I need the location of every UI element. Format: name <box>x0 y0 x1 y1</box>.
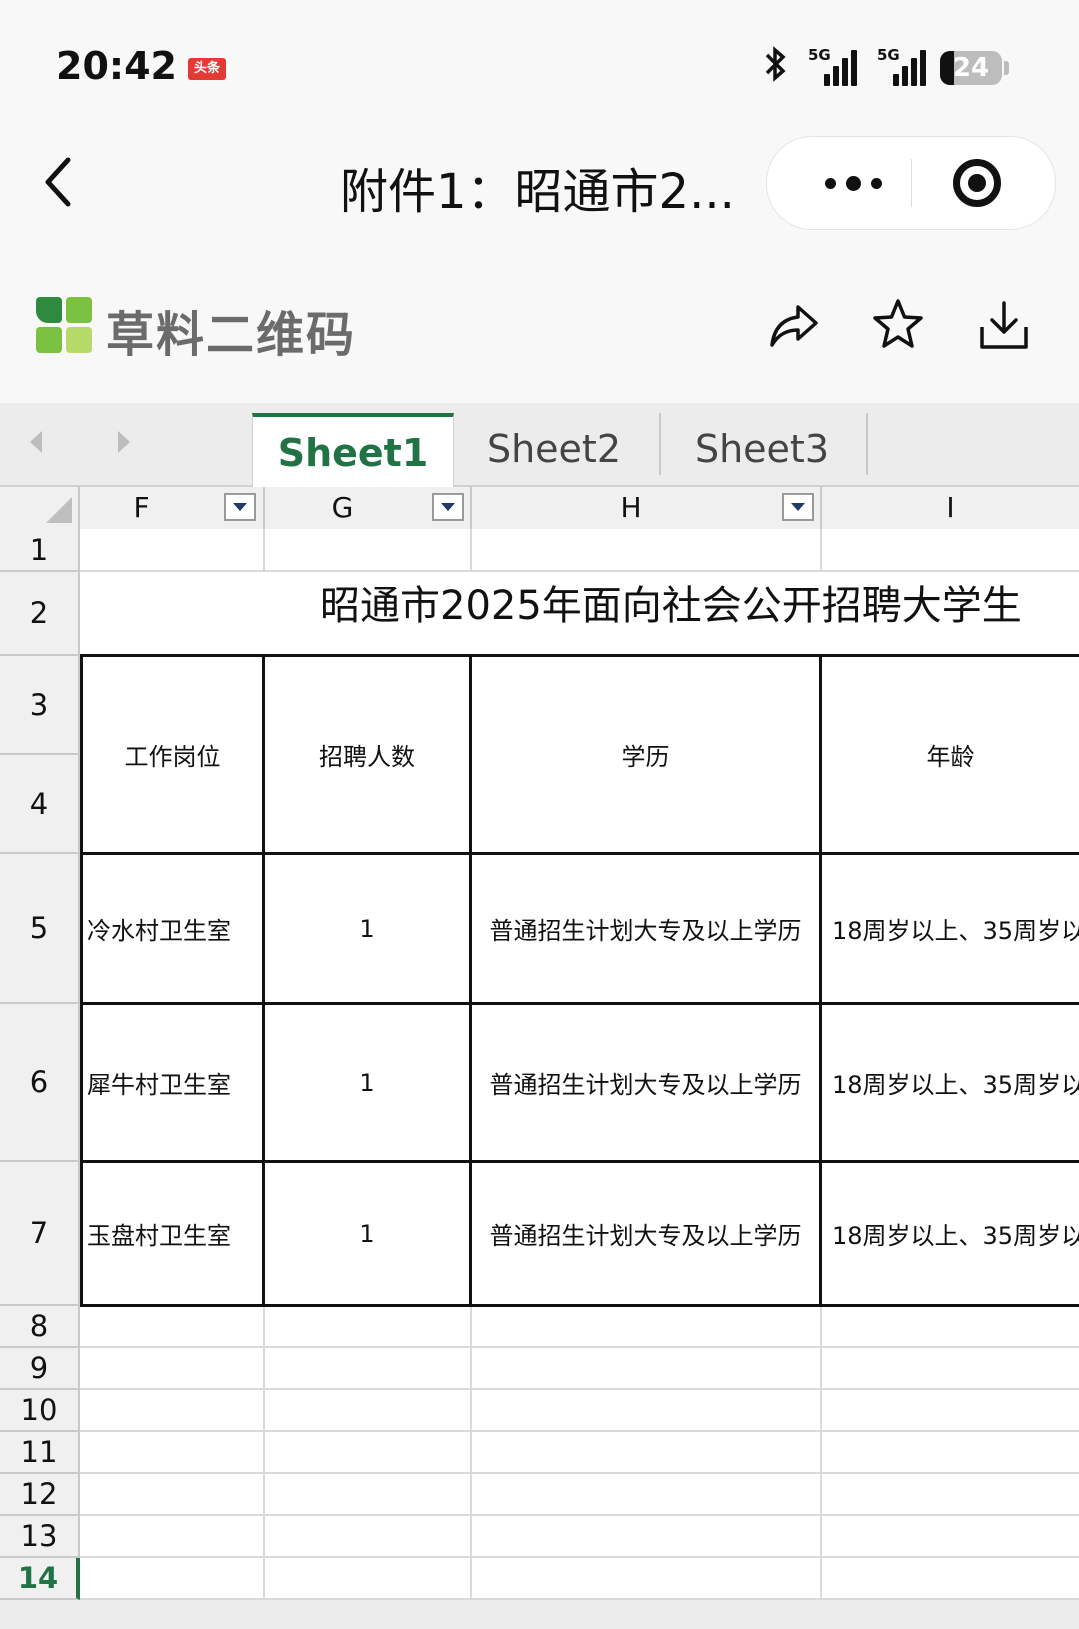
row-header[interactable]: 6 <box>0 1004 80 1162</box>
table-cell[interactable]: 1 <box>265 1163 469 1304</box>
row-header[interactable]: 2 <box>0 572 80 656</box>
table-cell[interactable]: 18周岁以上、35周岁以 <box>822 855 1079 1002</box>
header-cell-education[interactable]: 学历 <box>472 657 819 852</box>
header-cell-count[interactable]: 招聘人数 <box>265 657 469 852</box>
tab-sheet2[interactable]: Sheet2 <box>454 413 654 485</box>
tab-next-arrow-icon[interactable] <box>118 431 130 453</box>
column-header-i[interactable]: I <box>822 487 1079 529</box>
table-cell[interactable]: 普通招生计划大专及以上学历 <box>472 1005 819 1160</box>
grid-line <box>80 1472 1079 1474</box>
bottom-scroll-area <box>0 1600 1079 1629</box>
page-title: 附件1：昭通市2... <box>340 164 735 220</box>
signal-5g-2-icon: 5G <box>871 46 926 86</box>
grid-line <box>80 1514 1079 1516</box>
table-cell[interactable]: 18周岁以上、35周岁以 <box>822 1005 1079 1160</box>
row-header[interactable]: 9 <box>0 1348 80 1390</box>
column-header-bar: F G H I <box>0 487 1079 531</box>
table-cell[interactable]: 普通招生计划大专及以上学历 <box>472 1163 819 1304</box>
battery-tip <box>1004 61 1009 75</box>
download-icon[interactable] <box>976 297 1032 353</box>
battery-icon: 24 <box>940 51 1002 85</box>
row-header[interactable]: 3 <box>0 656 80 755</box>
select-all-corner[interactable] <box>0 487 80 529</box>
row-header[interactable]: 7 <box>0 1162 80 1306</box>
row-header[interactable]: 5 <box>0 854 80 1004</box>
table-cell[interactable]: 犀牛村卫生室 <box>83 1005 262 1160</box>
row-header[interactable]: 8 <box>0 1306 80 1348</box>
row-header[interactable]: 11 <box>0 1432 80 1474</box>
column-header-h[interactable]: H <box>472 487 822 529</box>
row-header-selected[interactable]: 14 <box>0 1558 80 1600</box>
signal-5g-1-icon: 5G <box>802 46 857 86</box>
row-header[interactable]: 1 <box>0 529 80 572</box>
row-header[interactable]: 10 <box>0 1390 80 1432</box>
status-time: 20:42 <box>56 44 177 88</box>
table-cell[interactable]: 玉盘村卫生室 <box>83 1163 262 1304</box>
target-close-icon[interactable] <box>953 159 1001 207</box>
capsule-menu <box>766 136 1056 230</box>
row-header[interactable]: 4 <box>0 755 80 854</box>
tab-divider <box>866 413 868 475</box>
grid-line <box>80 1556 1079 1558</box>
tab-sheet1[interactable]: Sheet1 <box>252 413 454 487</box>
row-header[interactable]: 12 <box>0 1474 80 1516</box>
grid-line <box>80 1430 1079 1432</box>
header-cell-age[interactable]: 年龄 <box>822 657 1079 852</box>
news-app-badge: 头条 <box>188 58 226 80</box>
sheet-tab-bar: Sheet1 Sheet2 Sheet3 <box>0 403 1079 487</box>
filter-dropdown-icon[interactable] <box>432 493 464 521</box>
status-bar: 20:42 头条 5G 5G 24 <box>0 0 1079 130</box>
chevron-left-icon[interactable] <box>38 152 88 212</box>
filter-dropdown-icon[interactable] <box>782 493 814 521</box>
row-header[interactable]: 13 <box>0 1516 80 1558</box>
capsule-divider <box>911 159 912 207</box>
brand-toolbar: 草料二维码 <box>0 245 1079 403</box>
table-border <box>80 1304 1079 1307</box>
tab-sheet3[interactable]: Sheet3 <box>662 413 862 485</box>
bluetooth-icon <box>764 45 788 92</box>
star-icon[interactable] <box>870 297 926 353</box>
table-cell[interactable]: 冷水村卫生室 <box>83 855 262 1002</box>
brand-logo-icon <box>36 297 94 355</box>
mini-program-navbar: 附件1：昭通市2... <box>0 130 1079 245</box>
filter-dropdown-icon[interactable] <box>224 493 256 521</box>
grid-line <box>80 1346 1079 1348</box>
status-indicators: 5G 5G 24 <box>764 45 1009 88</box>
sheet-title-text: 昭通市2025年面向社会公开招聘大学生 <box>320 583 1022 629</box>
share-icon[interactable] <box>766 297 822 353</box>
grid-line <box>80 1388 1079 1390</box>
brand-name: 草料二维码 <box>106 307 357 363</box>
more-dots-icon[interactable] <box>803 137 903 229</box>
tab-divider <box>659 413 661 475</box>
table-cell[interactable]: 1 <box>265 1005 469 1160</box>
header-cell-position[interactable]: 工作岗位 <box>83 657 262 852</box>
table-cell[interactable]: 普通招生计划大专及以上学历 <box>472 855 819 1002</box>
tab-prev-arrow-icon[interactable] <box>30 431 42 453</box>
spreadsheet-grid[interactable]: 昭通市2025年面向社会公开招聘大学生 工作岗位 招聘人数 学历 年龄 冷水村卫… <box>80 529 1079 1600</box>
table-cell[interactable]: 18周岁以上、35周岁以 <box>822 1163 1079 1304</box>
table-cell[interactable]: 1 <box>265 855 469 1002</box>
